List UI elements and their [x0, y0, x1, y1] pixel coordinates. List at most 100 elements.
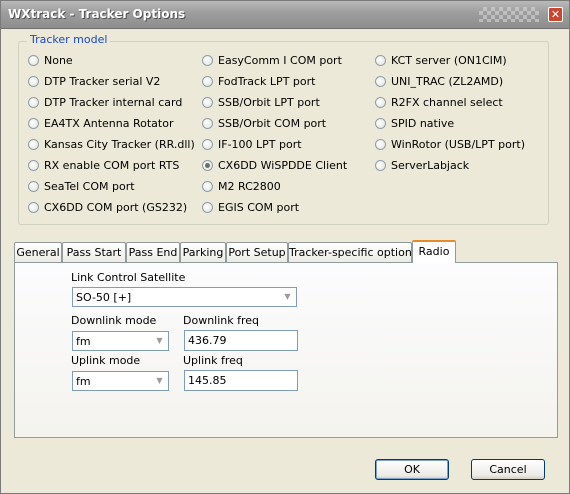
- uplink-mode-label: Uplink mode: [71, 354, 141, 367]
- radio-option-label: DTP Tracker internal card: [44, 96, 183, 109]
- radio-button-icon[interactable]: [28, 202, 39, 213]
- radio-option-rx-enable-com-port-rts[interactable]: RX enable COM port RTS: [28, 159, 179, 172]
- radio-option-label: M2 RC2800: [218, 180, 281, 193]
- radio-option-serverlabjack[interactable]: ServerLabjack: [375, 159, 469, 172]
- tab-label: Port Setup: [228, 246, 286, 259]
- radio-option-seatel-com-port[interactable]: SeaTel COM port: [28, 180, 135, 193]
- cancel-button[interactable]: Cancel: [471, 459, 545, 480]
- title-pattern: [479, 7, 539, 22]
- radio-option-label: FodTrack LPT port: [218, 75, 316, 88]
- radio-option-ssb-orbit-com-port[interactable]: SSB/Orbit COM port: [202, 117, 326, 130]
- radio-button-icon[interactable]: [202, 97, 213, 108]
- radio-button-icon[interactable]: [202, 55, 213, 66]
- tracker-options-window: WXtrack - Tracker Options ✕ Tracker mode…: [0, 0, 570, 494]
- downlink-mode-select[interactable]: fm ▼: [72, 331, 169, 351]
- downlink-mode-label: Downlink mode: [71, 314, 157, 327]
- radio-option-none[interactable]: None: [28, 54, 73, 67]
- link-control-satellite-value: SO-50 [+]: [76, 291, 132, 304]
- chevron-down-icon[interactable]: ▼: [281, 290, 294, 304]
- radio-button-icon[interactable]: [375, 55, 386, 66]
- radio-option-label: WinRotor (USB/LPT port): [391, 138, 525, 151]
- radio-tab-panel: Link Control Satellite SO-50 [+] ▼ Downl…: [14, 262, 558, 438]
- radio-button-icon[interactable]: [375, 76, 386, 87]
- title-bar[interactable]: WXtrack - Tracker Options ✕: [1, 1, 569, 29]
- downlink-mode-value: fm: [76, 335, 91, 348]
- radio-option-egis-com-port[interactable]: EGIS COM port: [202, 201, 299, 214]
- chevron-down-icon[interactable]: ▼: [153, 374, 166, 388]
- tab-parking[interactable]: Parking: [180, 242, 226, 262]
- radio-button-icon[interactable]: [28, 160, 39, 171]
- radio-option-label: SSB/Orbit LPT port: [218, 96, 320, 109]
- radio-button-icon[interactable]: [28, 181, 39, 192]
- radio-button-icon[interactable]: [28, 139, 39, 150]
- radio-option-cx6dd-wispdde-client[interactable]: CX6DD WiSPDDE Client: [202, 159, 347, 172]
- tab-label: Pass Start: [66, 246, 122, 259]
- link-control-satellite-label: Link Control Satellite: [71, 271, 186, 284]
- radio-option-winrotor-usb-lpt-port[interactable]: WinRotor (USB/LPT port): [375, 138, 525, 151]
- ok-button[interactable]: OK: [375, 459, 449, 480]
- radio-option-label: KCT server (ON1CIM): [391, 54, 507, 67]
- radio-option-label: EA4TX Antenna Rotator: [44, 117, 174, 130]
- radio-option-fodtrack-lpt-port[interactable]: FodTrack LPT port: [202, 75, 315, 88]
- window-title: WXtrack - Tracker Options: [8, 7, 186, 21]
- radio-option-label: CX6DD COM port (GS232): [44, 201, 188, 214]
- radio-option-kct-server-on1cim[interactable]: KCT server (ON1CIM): [375, 54, 507, 67]
- radio-option-kansas-city-tracker-rr-dll[interactable]: Kansas City Tracker (RR.dll): [28, 138, 195, 151]
- radio-option-cx6dd-com-port-gs232[interactable]: CX6DD COM port (GS232): [28, 201, 187, 214]
- tab-pass-end[interactable]: Pass End: [126, 242, 180, 262]
- chevron-down-icon[interactable]: ▼: [153, 334, 166, 348]
- radio-option-label: CX6DD WiSPDDE Client: [218, 159, 348, 172]
- radio-button-icon[interactable]: [375, 97, 386, 108]
- downlink-freq-input[interactable]: 436.79: [184, 330, 298, 351]
- tab-tracker-specific-options[interactable]: Tracker-specific options: [288, 242, 418, 262]
- uplink-freq-label: Uplink freq: [183, 354, 243, 367]
- radio-option-dtp-tracker-serial-v2[interactable]: DTP Tracker serial V2: [28, 75, 160, 88]
- link-control-satellite-select[interactable]: SO-50 [+] ▼: [72, 287, 297, 307]
- radio-button-icon[interactable]: [28, 55, 39, 66]
- radio-option-label: SSB/Orbit COM port: [218, 117, 327, 130]
- radio-option-ea4tx-antenna-rotator[interactable]: EA4TX Antenna Rotator: [28, 117, 173, 130]
- tab-radio[interactable]: Radio: [412, 240, 456, 263]
- radio-option-label: R2FX channel select: [391, 96, 503, 109]
- close-icon[interactable]: ✕: [548, 7, 563, 22]
- radio-button-icon[interactable]: [28, 97, 39, 108]
- radio-option-ssb-orbit-lpt-port[interactable]: SSB/Orbit LPT port: [202, 96, 320, 109]
- radio-button-icon[interactable]: [375, 160, 386, 171]
- radio-option-label: RX enable COM port RTS: [44, 159, 180, 172]
- tab-label: Radio: [418, 245, 450, 258]
- uplink-mode-select[interactable]: fm ▼: [72, 371, 169, 391]
- tab-port-setup[interactable]: Port Setup: [226, 242, 288, 262]
- radio-option-r2fx-channel-select[interactable]: R2FX channel select: [375, 96, 503, 109]
- radio-option-uni-trac-zl2amd[interactable]: UNI_TRAC (ZL2AMD): [375, 75, 503, 88]
- radio-option-label: DTP Tracker serial V2: [44, 75, 161, 88]
- radio-option-label: SeaTel COM port: [44, 180, 135, 193]
- radio-option-label: Kansas City Tracker (RR.dll): [44, 138, 195, 151]
- radio-option-label: SPID native: [391, 117, 455, 130]
- radio-option-label: ServerLabjack: [391, 159, 470, 172]
- radio-option-easycomm-i-com-port[interactable]: EasyComm I COM port: [202, 54, 342, 67]
- radio-button-icon[interactable]: [375, 118, 386, 129]
- radio-button-icon[interactable]: [202, 139, 213, 150]
- radio-option-if-100-lpt-port[interactable]: IF-100 LPT port: [202, 138, 302, 151]
- radio-option-m2-rc2800[interactable]: M2 RC2800: [202, 180, 281, 193]
- radio-button-icon[interactable]: [28, 118, 39, 129]
- uplink-freq-input[interactable]: 145.85: [184, 370, 298, 391]
- radio-option-label: EasyComm I COM port: [218, 54, 342, 67]
- radio-button-icon[interactable]: [202, 202, 213, 213]
- radio-button-icon[interactable]: [28, 76, 39, 87]
- radio-option-label: IF-100 LPT port: [218, 138, 302, 151]
- radio-button-icon[interactable]: [202, 118, 213, 129]
- radio-button-icon[interactable]: [375, 139, 386, 150]
- radio-option-spid-native[interactable]: SPID native: [375, 117, 454, 130]
- uplink-mode-value: fm: [76, 375, 91, 388]
- radio-option-dtp-tracker-internal-card[interactable]: DTP Tracker internal card: [28, 96, 182, 109]
- radio-button-icon[interactable]: [202, 76, 213, 87]
- tab-label: General: [16, 246, 60, 259]
- tab-general[interactable]: General: [14, 242, 62, 262]
- tab-label: Pass End: [128, 246, 178, 259]
- radio-option-label: UNI_TRAC (ZL2AMD): [391, 75, 504, 88]
- radio-button-icon[interactable]: [202, 160, 213, 171]
- tab-pass-start[interactable]: Pass Start: [62, 242, 126, 262]
- tab-label: Tracker-specific options: [289, 246, 418, 259]
- radio-button-icon[interactable]: [202, 181, 213, 192]
